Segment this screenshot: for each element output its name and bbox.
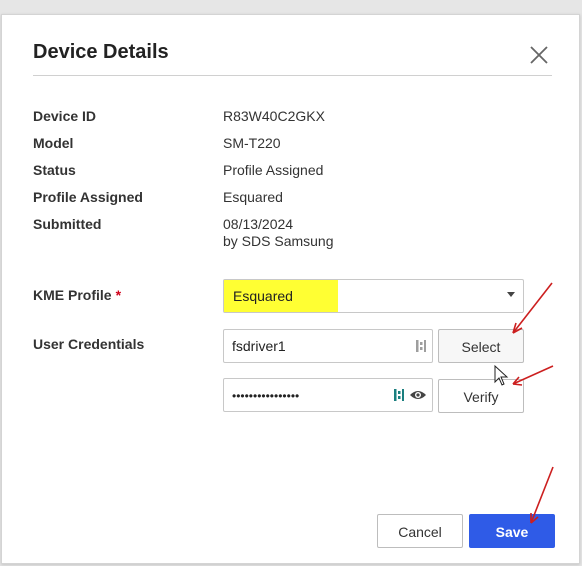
status-label: Status [33,162,76,178]
kme-profile-selected-value: Esquared [233,288,293,304]
status-value: Profile Assigned [223,162,324,178]
model-value: SM-T220 [223,135,281,151]
device-id-value: R83W40C2GKX [223,108,325,124]
user-credentials-label: User Credentials [33,336,145,352]
username-field[interactable] [223,329,433,363]
close-icon[interactable] [528,44,550,66]
kme-profile-label-text: KME Profile [33,287,112,303]
keeper-fill-icon[interactable] [414,338,428,354]
device-id-label: Device ID [33,108,97,124]
cancel-button[interactable]: Cancel [377,514,463,548]
submitted-label: Submitted [33,216,102,232]
profile-assigned-value: Esquared [223,189,283,205]
password-field[interactable] [223,378,433,412]
password-input[interactable] [232,386,372,406]
eye-icon[interactable] [409,388,427,402]
save-button[interactable]: Save [469,514,555,548]
keeper-fill-icon[interactable] [392,387,406,403]
kme-profile-label: KME Profile * [33,287,121,303]
kme-profile-select[interactable]: Esquared [223,279,524,313]
device-details-dialog: Device Details Device ID R83W40C2GKX Mod… [1,14,580,564]
chevron-down-icon[interactable] [507,292,515,297]
required-asterisk: * [115,287,122,303]
submitted-date: 08/13/2024 [223,216,294,232]
profile-assigned-label: Profile Assigned [33,189,143,205]
username-input[interactable] [232,336,382,356]
select-button[interactable]: Select [438,329,524,363]
verify-button[interactable]: Verify [438,379,524,413]
dialog-title: Device Details [33,41,169,63]
submitted-by: by SDS Samsung [223,233,334,249]
model-label: Model [33,135,74,151]
title-divider [33,75,552,76]
